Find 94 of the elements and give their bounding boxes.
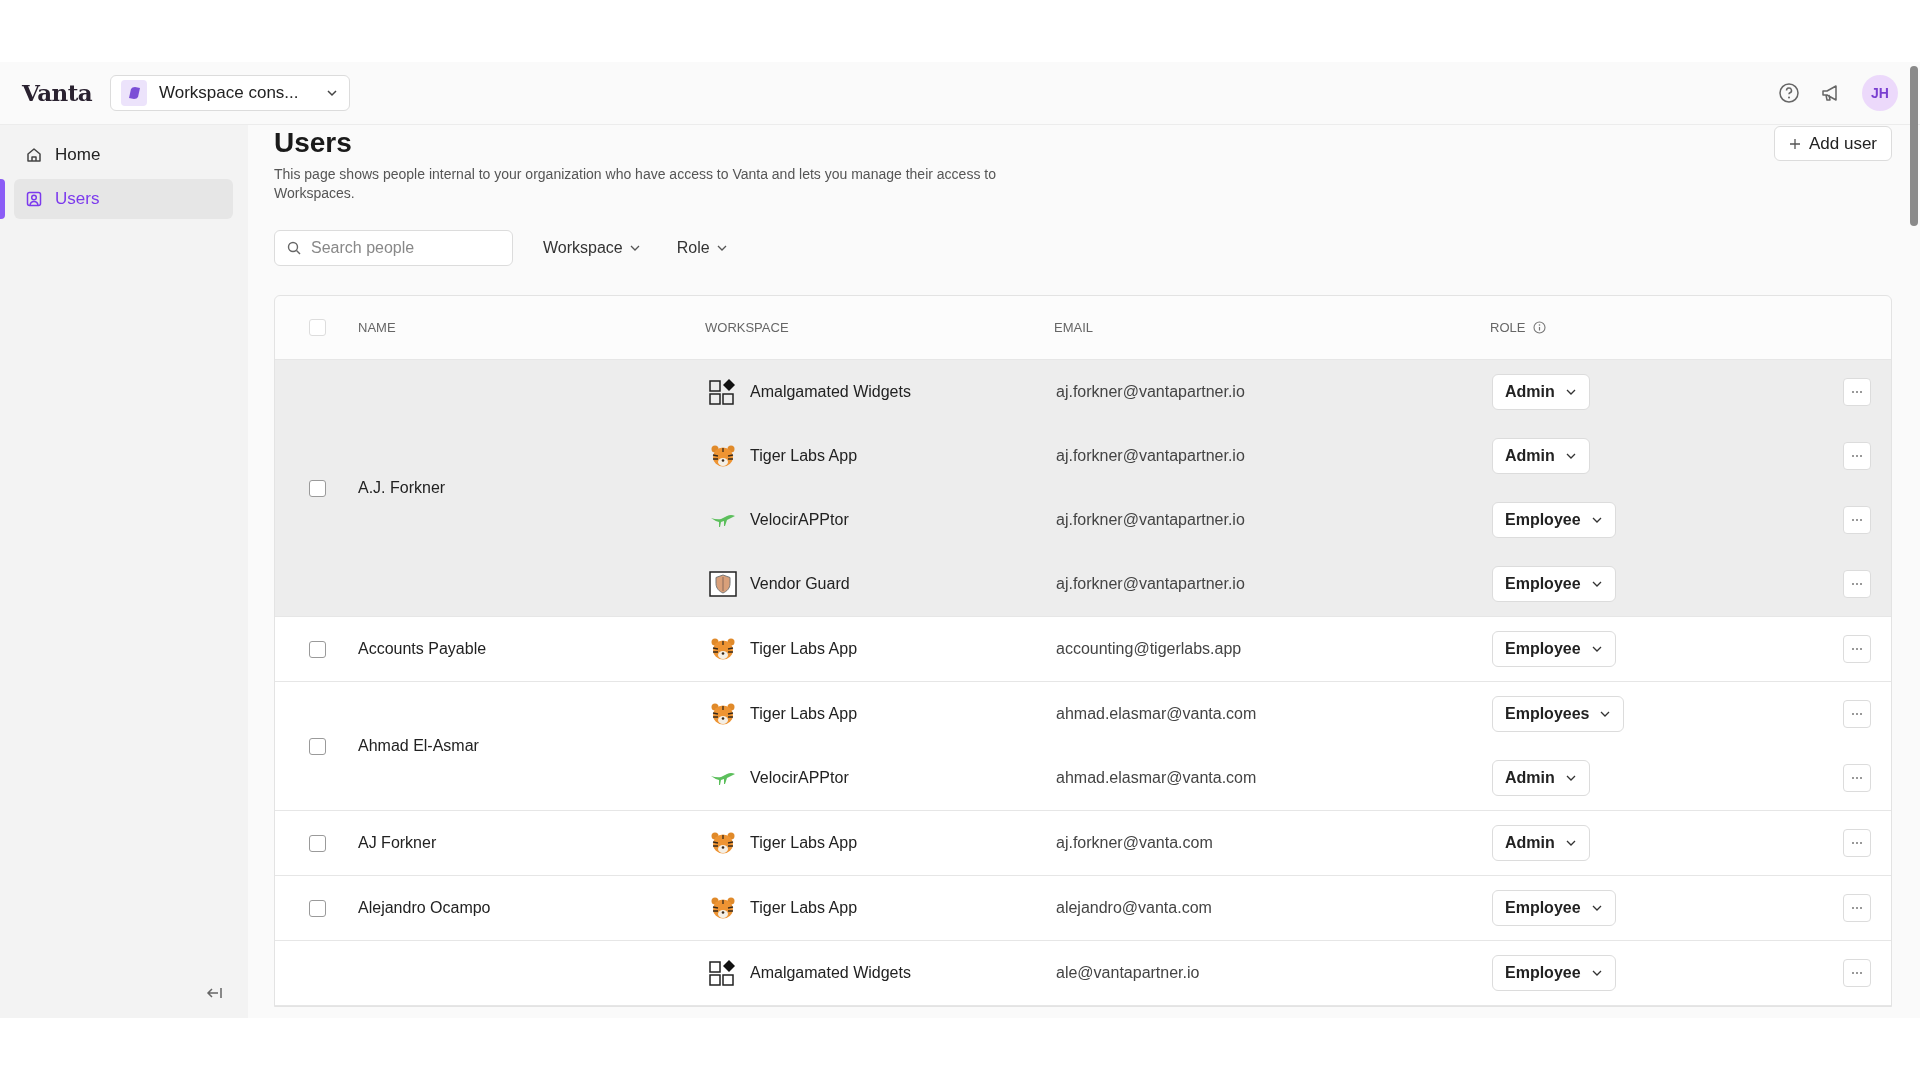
home-icon: [25, 146, 43, 164]
checkbox[interactable]: [309, 834, 326, 852]
workspace-name: Tiger Labs App: [750, 639, 858, 659]
more-button[interactable]: [1843, 764, 1871, 792]
email-text: aj.forkner@vantapartner.io: [1056, 575, 1245, 592]
grid-icon: [709, 959, 737, 987]
workspace-name: VelocirAPPtor: [750, 510, 849, 530]
search-icon: [287, 241, 301, 255]
search-field[interactable]: Search people: [274, 230, 513, 266]
checkbox[interactable]: [309, 737, 326, 755]
more-button[interactable]: [1843, 442, 1871, 470]
add-user-button[interactable]: Add user: [1773, 126, 1892, 161]
access-level-dropdown[interactable]: Admin: [1492, 438, 1590, 474]
workspace-name: VelocirAPPtor: [750, 768, 849, 788]
more-icon: [1851, 390, 1863, 394]
access-level-dropdown[interactable]: Admin: [1492, 760, 1590, 796]
scrollbar[interactable]: [1910, 66, 1918, 226]
email-text: aj.forkner@vantapartner.io: [1056, 383, 1245, 400]
email-text: ale@vantapartner.io: [1056, 964, 1200, 981]
more-icon: [1851, 518, 1863, 522]
more-button[interactable]: [1843, 378, 1871, 406]
more-icon: [1851, 712, 1863, 716]
more-icon: [1851, 971, 1863, 975]
access-level-dropdown[interactable]: Admin: [1492, 374, 1590, 410]
workspace-dropdown[interactable]: Workspace cons...: [110, 75, 350, 111]
more-button[interactable]: [1843, 959, 1871, 987]
user-icon: [25, 190, 43, 208]
access-level-dropdown[interactable]: Employee: [1492, 566, 1616, 602]
page-title: Users: [274, 126, 353, 160]
more-icon: [1851, 841, 1863, 845]
column-header: WORKSPACE: [705, 319, 789, 335]
checkbox[interactable]: [309, 640, 326, 658]
shield-icon: [709, 571, 737, 597]
email-text: aj.forkner@vantapartner.io: [1056, 447, 1245, 464]
workspace-name: Tiger Labs App: [750, 833, 858, 853]
info-icon: [1533, 321, 1547, 334]
access-level-dropdown[interactable]: Employee: [1492, 631, 1616, 667]
page-description: This page shows people internal to your organization who have access to Vanta and lets you manage their access to Workspaces.: [274, 165, 997, 203]
sidebar-item[interactable]: Users: [14, 179, 233, 219]
more-icon: [1851, 582, 1863, 586]
tiger-icon: [710, 637, 736, 661]
email-text: aj.forkner@vanta.com: [1056, 834, 1213, 851]
grid-icon: [709, 378, 737, 406]
tiger-icon: [710, 831, 736, 855]
more-button[interactable]: [1843, 829, 1871, 857]
access-level-dropdown[interactable]: Admin: [1492, 825, 1590, 861]
filter-dropdown[interactable]: Workspace: [543, 236, 641, 260]
checkbox[interactable]: [309, 899, 326, 917]
more-button[interactable]: [1843, 894, 1871, 922]
workspace-name: Amalgamated Widgets: [750, 963, 911, 983]
workspace-name: Tiger Labs App: [750, 446, 858, 466]
user-avatar[interactable]: JH: [1862, 75, 1898, 111]
more-icon: [1851, 454, 1863, 458]
access-level-dropdown[interactable]: Employee: [1492, 890, 1616, 926]
workspace-name: Tiger Labs App: [750, 898, 858, 918]
column-header: EMAIL: [1054, 319, 1093, 335]
logo: Vanta: [22, 77, 92, 108]
workspace-name: Tiger Labs App: [750, 704, 858, 724]
filter-dropdown[interactable]: Role: [676, 236, 728, 260]
email-text: ahmad.elasmar@vanta.com: [1056, 705, 1257, 722]
column-header: NAME: [358, 319, 396, 335]
tiger-icon: [710, 896, 736, 920]
email-text: accounting@tigerlabs.app: [1056, 640, 1242, 657]
more-icon: [1851, 906, 1863, 910]
access-level-dropdown[interactable]: Employee: [1492, 502, 1616, 538]
plus-icon: [1788, 137, 1801, 150]
more-button[interactable]: [1843, 635, 1871, 663]
user-name: Ahmad El-Asmar: [357, 736, 479, 756]
sidebar-item[interactable]: Home: [14, 135, 233, 175]
help-icon[interactable]: [1778, 82, 1800, 104]
access-level-dropdown[interactable]: Employees: [1492, 696, 1625, 732]
more-button[interactable]: [1843, 506, 1871, 534]
more-icon: [1851, 647, 1863, 651]
workspace-name: Amalgamated Widgets: [750, 382, 911, 402]
user-name: Accounts Payable: [357, 639, 487, 659]
access-level-dropdown[interactable]: Employee: [1492, 955, 1616, 991]
more-button[interactable]: [1843, 700, 1871, 728]
tiger-icon: [710, 444, 736, 468]
column-header: ROLE: [1490, 318, 1526, 337]
dinosaur-icon: [709, 770, 737, 786]
checkbox[interactable]: [309, 479, 326, 497]
more-icon: [1851, 776, 1863, 780]
dinosaur-icon: [709, 512, 737, 528]
user-name: Alejandro Ocampo: [357, 898, 491, 918]
user-name: AJ Forkner: [357, 833, 437, 853]
email-text: alejandro@vanta.com: [1056, 899, 1212, 916]
collapse-sidebar-icon[interactable]: [206, 985, 224, 1001]
email-text: ahmad.elasmar@vanta.com: [1056, 769, 1257, 786]
workspace-icon: [121, 80, 147, 106]
more-button[interactable]: [1843, 570, 1871, 598]
workspace-name: Vendor Guard: [750, 574, 850, 594]
user-name: A.J. Forkner: [357, 478, 446, 498]
email-text: aj.forkner@vantapartner.io: [1056, 511, 1245, 528]
tiger-icon: [710, 702, 736, 726]
